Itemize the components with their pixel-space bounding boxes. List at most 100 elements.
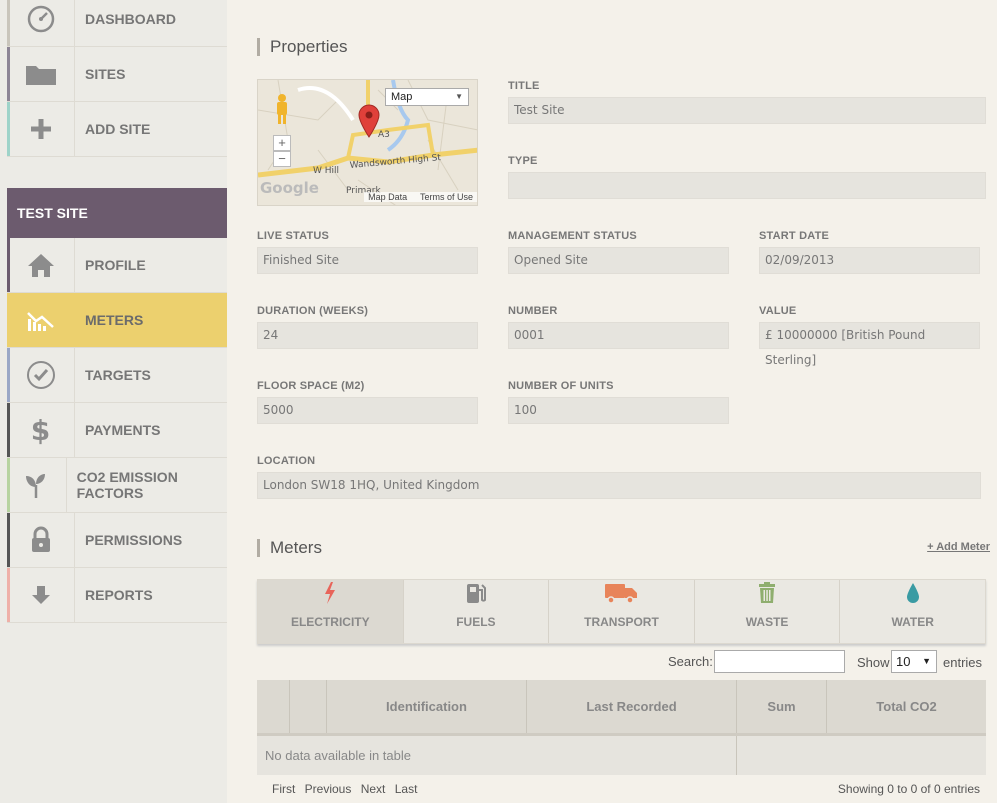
nav-accent-bar bbox=[7, 403, 10, 457]
pager-first[interactable]: First bbox=[272, 782, 295, 796]
floor-space-input[interactable]: 5000 bbox=[257, 397, 478, 424]
tab-label: TRANSPORT bbox=[584, 615, 659, 629]
live-status-label: LIVE STATUS bbox=[257, 230, 330, 242]
tab-transport[interactable]: TRANSPORT bbox=[549, 580, 695, 643]
value-label: VALUE bbox=[759, 305, 797, 317]
check-icon bbox=[7, 348, 75, 402]
units-input[interactable]: 100 bbox=[508, 397, 729, 424]
site-map[interactable]: A3 W Hill Wandsworth High St Primark Goo… bbox=[257, 79, 478, 206]
nav-sites[interactable]: SITES bbox=[7, 47, 227, 102]
tab-fuels[interactable]: FUELS bbox=[404, 580, 550, 643]
properties-title: Properties bbox=[257, 38, 347, 56]
column-header-sum[interactable]: Sum bbox=[737, 680, 827, 733]
pager-previous[interactable]: Previous bbox=[305, 782, 352, 796]
sidebar: DASHBOARD SITES ADD SITE TEST SITE PROFI… bbox=[0, 0, 227, 803]
plus-icon bbox=[7, 102, 75, 156]
droplet-icon bbox=[906, 582, 920, 609]
nav-profile[interactable]: PROFILE bbox=[7, 238, 227, 293]
column-header-last-recorded[interactable]: Last Recorded bbox=[527, 680, 737, 733]
meters-icon bbox=[7, 293, 75, 347]
start-date-label: START DATE bbox=[759, 230, 830, 242]
meters-title: Meters bbox=[257, 539, 322, 557]
empty-table-message: No data available in table bbox=[257, 736, 737, 775]
chevron-down-icon: ▼ bbox=[455, 92, 463, 101]
nav-reports[interactable]: REPORTS bbox=[7, 568, 227, 623]
column-header-identification[interactable]: Identification bbox=[327, 680, 527, 733]
entries-select-value: 10 bbox=[896, 654, 911, 669]
nav-payments[interactable]: $ PAYMENTS bbox=[7, 403, 227, 458]
type-label: TYPE bbox=[508, 155, 538, 167]
nav-dashboard[interactable]: DASHBOARD bbox=[7, 0, 227, 47]
management-status-input[interactable]: Opened Site bbox=[508, 247, 729, 274]
map-type-select[interactable]: Map ▼ bbox=[385, 88, 469, 106]
nav-label: METERS bbox=[85, 312, 144, 328]
column-header-type[interactable] bbox=[290, 680, 327, 733]
tab-label: FUELS bbox=[456, 615, 496, 629]
download-icon bbox=[7, 568, 75, 622]
nav-label: ADD SITE bbox=[85, 121, 151, 137]
folder-icon bbox=[7, 47, 75, 101]
lock-icon bbox=[7, 513, 75, 567]
nav-meters[interactable]: METERS bbox=[7, 293, 227, 348]
nav-accent-bar bbox=[7, 513, 10, 567]
google-logo: Google bbox=[260, 179, 319, 197]
map-road-w-hill: W Hill bbox=[313, 166, 339, 176]
type-input[interactable] bbox=[508, 172, 986, 199]
entries-label: entries bbox=[943, 655, 983, 670]
map-pin-icon bbox=[358, 104, 380, 143]
map-type-label: Map bbox=[391, 91, 413, 103]
add-meter-link[interactable]: + Add Meter bbox=[927, 541, 990, 553]
floor-space-label: FLOOR SPACE (M2) bbox=[257, 380, 365, 392]
tab-electricity[interactable]: ELECTRICITY bbox=[258, 580, 404, 643]
tab-label: ELECTRICITY bbox=[290, 615, 370, 629]
show-label: Show bbox=[857, 655, 890, 670]
chevron-down-icon: ▼ bbox=[922, 656, 931, 666]
live-status-input[interactable]: Finished Site bbox=[257, 247, 478, 274]
pager-last[interactable]: Last bbox=[395, 782, 418, 796]
column-header-total-co2[interactable]: Total CO2 bbox=[827, 680, 986, 733]
map-terms-link[interactable]: Terms of Use bbox=[420, 192, 473, 202]
dashboard-icon bbox=[7, 0, 75, 46]
fuel-pump-icon bbox=[465, 582, 487, 609]
lightning-icon bbox=[323, 582, 337, 609]
number-input[interactable]: 0001 bbox=[508, 322, 729, 349]
nav-accent-bar bbox=[7, 568, 10, 622]
nav-accent-bar bbox=[7, 348, 10, 402]
nav-label: REPORTS bbox=[85, 587, 153, 603]
site-header: TEST SITE bbox=[7, 188, 227, 238]
nav-label: PAYMENTS bbox=[85, 422, 161, 438]
management-status-label: MANAGEMENT STATUS bbox=[508, 230, 637, 242]
nav-label: PERMISSIONS bbox=[85, 532, 183, 548]
nav-add-site[interactable]: ADD SITE bbox=[7, 102, 227, 157]
nav-accent-bar bbox=[7, 102, 10, 156]
home-icon bbox=[7, 238, 75, 292]
value-input[interactable]: £ 10000000 [British Pound Sterling] bbox=[759, 322, 980, 367]
street-view-pegman-icon[interactable] bbox=[273, 92, 291, 128]
meters-table-header: Identification Last Recorded Sum Total C… bbox=[257, 680, 986, 736]
duration-label: DURATION (WEEKS) bbox=[257, 305, 369, 317]
start-date-input[interactable]: 02/09/2013 bbox=[759, 247, 980, 274]
truck-icon bbox=[604, 582, 638, 609]
tab-waste[interactable]: WASTE bbox=[695, 580, 841, 643]
number-label: NUMBER bbox=[508, 305, 558, 317]
location-input[interactable]: London SW18 1HQ, United Kingdom bbox=[257, 472, 981, 499]
tab-water[interactable]: WATER bbox=[840, 580, 985, 643]
nav-targets[interactable]: TARGETS bbox=[7, 348, 227, 403]
nav-label: CO2 EMISSION FACTORS bbox=[76, 469, 178, 501]
duration-input[interactable]: 24 bbox=[257, 322, 478, 349]
title-input[interactable]: Test Site bbox=[508, 97, 986, 124]
nav-co2-factors[interactable]: CO2 EMISSION FACTORS bbox=[7, 458, 227, 513]
nav-accent-bar bbox=[7, 458, 10, 512]
column-header-select[interactable] bbox=[257, 680, 290, 733]
map-zoom-out-button[interactable]: − bbox=[273, 151, 291, 167]
nav-accent-bar bbox=[7, 47, 10, 101]
map-zoom-in-button[interactable]: + bbox=[273, 135, 291, 151]
trash-icon bbox=[758, 582, 776, 609]
entries-select[interactable]: 10 ▼ bbox=[891, 650, 937, 673]
map-data-link[interactable]: Map Data bbox=[368, 192, 407, 202]
nav-label: PROFILE bbox=[85, 257, 146, 273]
nav-permissions[interactable]: PERMISSIONS bbox=[7, 513, 227, 568]
pager-next[interactable]: Next bbox=[361, 782, 386, 796]
search-input[interactable] bbox=[714, 650, 845, 673]
search-label: Search: bbox=[668, 654, 713, 669]
